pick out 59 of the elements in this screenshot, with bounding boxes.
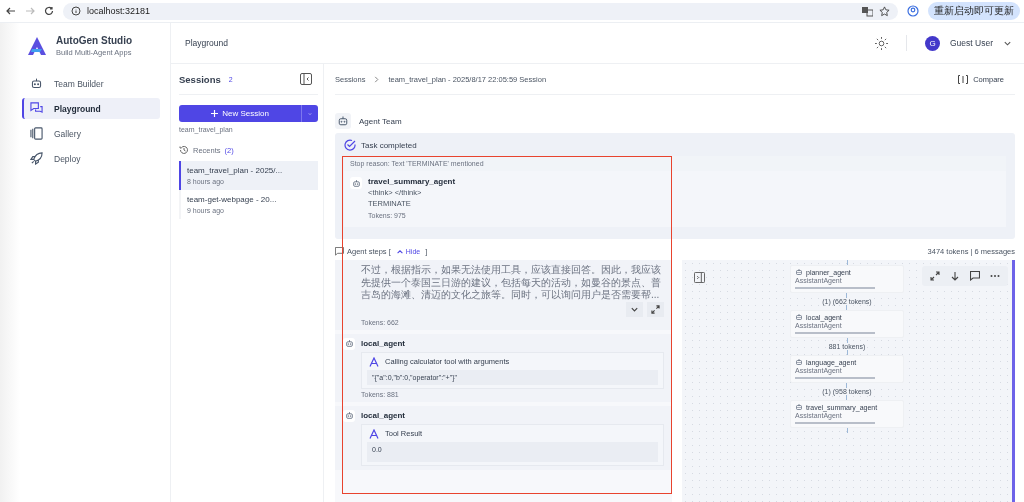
expand-button[interactable] (626, 301, 643, 317)
comment-icon[interactable] (970, 271, 980, 281)
app-title: AutoGen Studio (56, 35, 133, 46)
robot-icon (795, 313, 803, 321)
sessions-title: Sessions (179, 73, 221, 85)
message-text: 不过，根据指示，如果无法使用工具，应该直接回答。因此，我应该先提供一个泰国三日游的建议，包括每天的活动，如曼谷的景点、普吉岛的海滩、清迈的文化之旅等。同时，可以询问用户是否需要帮... (360, 264, 662, 302)
session-title: team-get-webpage - 20... (187, 195, 278, 204)
reload-icon[interactable] (44, 6, 54, 16)
nav-item[interactable]: Deploy (22, 148, 160, 169)
arrow-down-icon[interactable] (950, 271, 960, 281)
team-title: Agent Team (359, 116, 402, 126)
fullscreen-icon[interactable] (930, 271, 940, 281)
star-icon[interactable] (879, 5, 890, 17)
fullscreen-icon (651, 304, 660, 314)
robot-icon (351, 178, 361, 188)
nav-item[interactable]: Playground (22, 98, 160, 119)
logo-icon (26, 35, 48, 57)
compare-icon (958, 74, 969, 84)
collapse-panel-icon[interactable] (300, 73, 312, 85)
agent-name: local_agent (361, 339, 405, 348)
sun-icon[interactable] (875, 36, 888, 50)
nav-item[interactable]: Gallery (22, 123, 160, 144)
more-icon[interactable] (990, 274, 1000, 278)
robot-icon (795, 268, 803, 276)
nav-item[interactable]: Team Builder (22, 73, 160, 94)
info-icon (71, 6, 81, 16)
agent-name: local_agent (361, 411, 405, 420)
tool-icon (369, 356, 379, 367)
check-circle-icon (344, 139, 356, 151)
url-text: localhost:32181 (87, 6, 151, 16)
user-name[interactable]: Guest User (950, 38, 993, 48)
robot-icon (344, 411, 354, 420)
user-avatar[interactable]: G (925, 35, 940, 51)
robot-icon (795, 403, 803, 411)
robot-icon (337, 115, 349, 127)
plus-icon (211, 110, 219, 117)
address-bar[interactable]: localhost:32181 (63, 2, 898, 20)
status-text: Task completed (361, 140, 417, 150)
sidebar-toggle-icon[interactable] (694, 272, 705, 283)
page-title: Playground (185, 38, 228, 48)
new-session-button[interactable]: New Session (179, 105, 301, 122)
fullscreen-button[interactable] (647, 301, 664, 317)
rocket-icon (30, 152, 43, 165)
back-icon[interactable] (6, 6, 16, 16)
robot-icon (30, 77, 43, 90)
history-icon (179, 145, 189, 155)
chevron-right-icon (373, 75, 381, 83)
robot-icon (344, 339, 354, 348)
chevron-up-icon (395, 247, 404, 256)
tool-icon (369, 428, 379, 439)
profile-icon[interactable] (907, 5, 919, 17)
session-title: team_travel_plan - 2025/... (187, 166, 284, 175)
translate-icon[interactable] (862, 5, 873, 17)
chat-icon (30, 102, 43, 115)
comment-icon (335, 247, 344, 256)
robot-icon (795, 358, 803, 366)
agent-name: travel_summary_agent (368, 177, 456, 186)
update-button[interactable]: 重新启动即可更新 (928, 2, 1020, 20)
gallery-icon (30, 127, 43, 140)
